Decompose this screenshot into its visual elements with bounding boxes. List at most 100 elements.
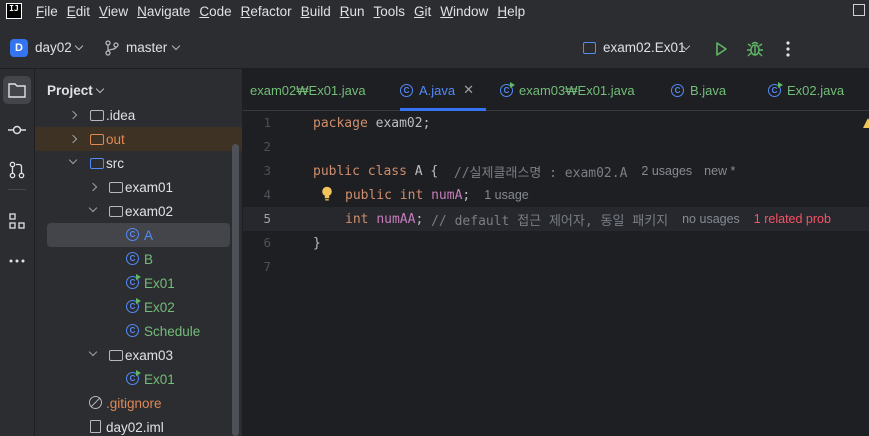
debug-icon[interactable] [746,40,764,58]
chevron-down-icon[interactable] [74,41,84,51]
warning-icon[interactable] [863,118,869,128]
project-panel: Project .idea out src exam01 exam02 C A … [35,69,243,436]
tab-exam03-ex01[interactable]: C exam03₩Ex01.java [500,69,635,111]
more-tools-button[interactable] [3,247,31,275]
tree-item-label: Ex01 [144,275,175,291]
collapse-arrow-icon[interactable] [68,155,78,165]
chevron-down-icon[interactable] [171,41,181,51]
code-line-3: public class A { //실제클래스명 : exam02.A 2 us… [313,159,735,183]
package-icon [109,182,123,193]
menu-mnemonic: G [414,3,425,19]
tree-item-label: exam02 [125,203,174,219]
author-hint[interactable]: new * [704,164,735,178]
menu-label: dit [75,3,91,19]
tab-label: B.java [690,82,727,98]
tree-item-idea[interactable]: .idea [35,103,230,127]
code-line-6: } [313,231,321,255]
tree-item-class-ex02[interactable]: C Ex02 [35,295,230,319]
chevron-down-icon[interactable] [95,84,105,94]
usages-hint[interactable]: no usages [682,212,740,226]
tree-item-class-ex01[interactable]: C Ex01 [35,271,230,295]
menu-build[interactable]: Build [301,4,331,19]
code-text: exam02; [367,115,431,131]
ignore-file-icon [89,396,102,409]
more-horizontal-icon [9,259,25,263]
menu-git[interactable]: Git [414,4,431,19]
menu-help[interactable]: Help [497,4,525,19]
collapse-arrow-icon[interactable] [88,203,98,213]
menu-label: it [424,3,432,19]
menu-tools[interactable]: Tools [374,4,406,19]
project-panel-title[interactable]: Project [47,83,93,98]
tree-item-iml[interactable]: day02.iml [35,415,230,436]
menu-window[interactable]: Window [440,4,488,19]
tree-item-exam01[interactable]: exam01 [35,175,230,199]
source-folder-icon [90,158,104,169]
menu-mnemonic: H [497,3,508,19]
structure-tool-button[interactable] [3,207,31,235]
tree-item-label: day02.iml [106,419,164,435]
tree-item-class-a[interactable]: C A [47,223,230,247]
menu-refactor[interactable]: Refactor [241,4,292,19]
tree-item-exam03-ex01[interactable]: C Ex01 [35,367,230,391]
line-number: 7 [263,259,271,274]
pull-requests-tool-button[interactable] [3,156,31,184]
runnable-class-icon: C [768,81,783,97]
project-tool-button[interactable] [3,76,31,104]
menu-code[interactable]: Code [199,4,231,19]
collapse-arrow-icon[interactable] [88,347,98,357]
tab-ex02-java[interactable]: C Ex02.java [768,69,844,111]
tree-item-exam02[interactable]: exam02 [35,199,230,223]
class-icon: C [126,228,139,241]
tab-a-java[interactable]: C A.java ✕ [400,69,486,111]
menu-mnemonic: W [440,3,454,19]
menu-mnemonic: F [36,3,45,19]
keyword: int [399,187,424,203]
tree-item-src[interactable]: src [35,151,230,175]
menu-edit[interactable]: Edit [67,4,90,19]
module-file-icon [90,420,101,433]
window-restore-icon[interactable] [853,4,865,16]
tool-window-strip [0,69,35,436]
commit-tool-button[interactable] [3,116,31,144]
menu-navigate[interactable]: Navigate [137,4,190,19]
tree-item-label: .gitignore [106,395,162,411]
project-badge[interactable]: D [10,39,28,57]
menu-view[interactable]: View [99,4,128,19]
usages-hint[interactable]: 1 usage [484,188,528,202]
menu-label: ode [209,3,232,19]
related-problems-hint[interactable]: 1 related prob [754,212,831,226]
branch-switcher[interactable]: master [126,40,167,55]
tree-item-class-schedule[interactable]: C Schedule [35,319,230,343]
run-config-selector[interactable]: exam02.Ex01 [603,40,686,55]
tab-exam02-ex01[interactable]: exam02₩Ex01.java [250,69,366,111]
project-switcher[interactable]: day02 [35,40,72,55]
expand-arrow-icon[interactable] [88,182,98,192]
lightbulb-icon[interactable] [321,186,333,202]
structure-icon [9,213,25,229]
expand-arrow-icon[interactable] [68,134,78,144]
tree-item-label: .idea [106,107,136,123]
menu-file[interactable]: File [36,4,58,19]
tab-label: A.java [419,82,456,98]
tree-item-class-b[interactable]: C B [35,247,230,271]
more-actions-icon[interactable] [782,40,794,58]
code-editor[interactable]: 1 2 3 4 5 6 7 package exam02; public cla… [243,111,869,436]
intellij-logo-icon[interactable]: IJ [6,3,22,19]
line-number: 5 [263,211,271,226]
tree-item-gitignore[interactable]: .gitignore [35,391,230,415]
run-icon[interactable] [713,41,729,57]
keyword: int [345,211,369,227]
project-scrollbar[interactable] [232,144,239,436]
usages-hint[interactable]: 2 usages [641,164,692,178]
git-branch-icon[interactable] [105,40,119,56]
tree-item-out[interactable]: out [35,127,242,151]
folder-icon [8,83,26,98]
tree-item-label: A [144,227,154,243]
tab-b-java[interactable]: C B.java [671,69,726,111]
tree-item-exam03[interactable]: exam03 [35,343,230,367]
close-icon[interactable]: ✕ [463,82,474,98]
keyword: public [345,187,392,203]
expand-arrow-icon[interactable] [68,110,78,120]
menu-run[interactable]: Run [340,4,365,19]
